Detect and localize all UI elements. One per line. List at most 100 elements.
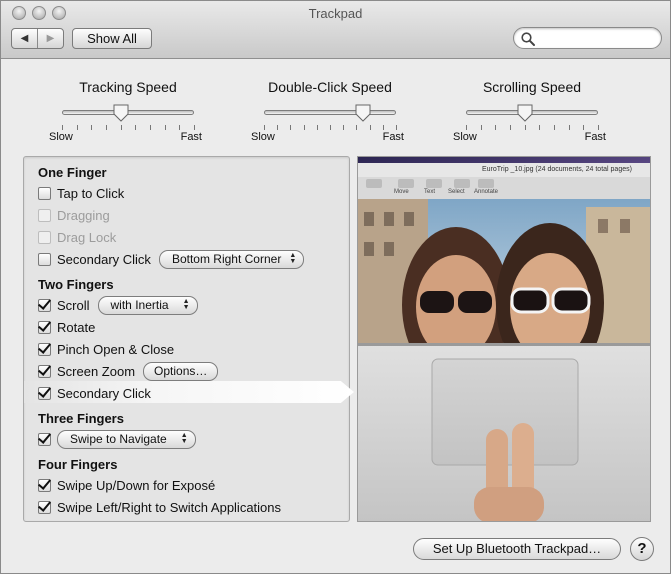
tap-to-click-checkbox[interactable] xyxy=(38,186,51,200)
slider-tick xyxy=(539,125,541,130)
double-click-speed-slow-label: Slow xyxy=(251,131,275,143)
slider-tick xyxy=(316,125,318,130)
tracking-speed-thumb[interactable] xyxy=(112,104,130,122)
tap-to-click-label: Tap to Click xyxy=(57,185,125,201)
scrolling-speed-thumb[interactable] xyxy=(516,104,534,122)
scrolling-speed-ticks xyxy=(466,125,600,131)
switch-apps-checkbox[interactable] xyxy=(38,500,51,514)
double-click-speed-title: Double-Click Speed xyxy=(268,79,392,95)
two-finger-secondary-click-option[interactable]: Secondary Click xyxy=(38,383,151,403)
forward-arrow-icon: ▶ xyxy=(46,33,55,44)
slider-tick xyxy=(164,125,166,130)
show-all-button[interactable]: Show All xyxy=(72,28,152,49)
tracking-speed-fast-label: Fast xyxy=(180,131,202,143)
three-fingers-heading: Three Fingers xyxy=(38,411,124,426)
double-click-speed-thumb[interactable] xyxy=(354,104,372,122)
pinch-option[interactable]: Pinch Open & Close xyxy=(38,339,174,359)
scroll-checkbox[interactable] xyxy=(38,298,51,312)
three-finger-swipe-popup[interactable]: Swipe to Navigate ▲ ▼ xyxy=(57,429,196,449)
expose-option[interactable]: Swipe Up/Down for Exposé xyxy=(38,475,215,495)
one-finger-heading: One Finger xyxy=(38,165,107,180)
rotate-label: Rotate xyxy=(57,319,96,335)
slider-tick xyxy=(150,125,151,130)
two-finger-secondary-click-checkbox[interactable] xyxy=(38,386,51,400)
expose-checkbox[interactable] xyxy=(38,478,51,492)
slider-tick xyxy=(194,125,195,130)
slider-tick xyxy=(62,125,63,130)
four-fingers-heading: Four Fingers xyxy=(38,457,118,472)
scrolling-speed-fast-label: Fast xyxy=(584,131,606,143)
two-finger-secondary-click-label: Secondary Click xyxy=(57,385,151,401)
preview-toolbar-select: Select xyxy=(448,189,465,195)
slider-tick xyxy=(290,125,292,130)
scroll-label: Scroll xyxy=(57,297,90,313)
two-fingers-heading: Two Fingers xyxy=(38,277,114,292)
switch-apps-option[interactable]: Swipe Left/Right to Switch Applications xyxy=(38,497,281,517)
slider-tick xyxy=(554,125,555,130)
back-arrow-icon: ◀ xyxy=(20,33,29,44)
popup-arrows-icon: ▲ ▼ xyxy=(180,431,188,445)
slider-tick xyxy=(91,125,93,130)
search-field[interactable] xyxy=(513,27,662,49)
slider-tick xyxy=(179,125,181,130)
rotate-option[interactable]: Rotate xyxy=(38,317,95,337)
slider-tick xyxy=(382,125,384,130)
screen-zoom-checkbox[interactable] xyxy=(38,364,51,378)
dragging-checkbox xyxy=(38,208,51,222)
slider-tick xyxy=(106,125,107,130)
search-icon xyxy=(521,32,535,46)
scrolling-speed-title: Scrolling Speed xyxy=(482,79,582,95)
popup-arrows-icon: ▲ ▼ xyxy=(182,297,190,311)
scroll-inertia-popup[interactable]: with Inertia ▲ ▼ xyxy=(97,295,198,315)
dragging-option: Dragging xyxy=(38,205,110,225)
preview-doc-title: EuroTrip _10.jpg (24 documents, 24 total… xyxy=(482,166,632,173)
slider-tick xyxy=(356,125,358,130)
preview-toolbar-annotate: Annotate xyxy=(474,189,499,195)
tap-to-click-option[interactable]: Tap to Click xyxy=(38,183,124,203)
back-button[interactable]: ◀ xyxy=(12,29,37,48)
secondary-click-corner-popup[interactable]: Bottom Right Corner ▲ ▼ xyxy=(158,249,305,269)
slider-tick xyxy=(343,125,345,130)
slider-tick xyxy=(277,125,279,130)
tracking-speed-slow-label: Slow xyxy=(49,131,73,143)
slider-tick xyxy=(583,125,585,130)
drag-lock-label: Drag Lock xyxy=(57,229,117,245)
rotate-checkbox[interactable] xyxy=(38,320,51,334)
screen-zoom-option[interactable]: Screen Zoom Options… xyxy=(38,361,219,381)
gesture-options-panel: One Finger Tap to Click Dragging Drag Lo… xyxy=(23,156,354,522)
three-finger-swipe-checkbox[interactable] xyxy=(38,432,51,446)
slider-tick xyxy=(480,125,482,130)
slider-tick xyxy=(76,125,78,130)
title-bar: Trackpad ◀ ▶ Show All xyxy=(1,1,670,59)
three-finger-swipe-option[interactable]: Swipe to Navigate ▲ ▼ xyxy=(38,429,196,449)
one-finger-secondary-click-label: Secondary Click xyxy=(57,251,151,267)
setup-bluetooth-trackpad-button[interactable]: Set Up Bluetooth Trackpad… xyxy=(413,538,621,560)
pinch-checkbox[interactable] xyxy=(38,342,51,356)
switch-apps-label: Swipe Left/Right to Switch Applications xyxy=(57,499,282,515)
drag-lock-option: Drag Lock xyxy=(38,227,116,247)
help-button[interactable]: ? xyxy=(630,537,654,561)
one-finger-secondary-click-checkbox[interactable] xyxy=(38,252,51,266)
popup-arrows-icon: ▲ ▼ xyxy=(289,251,297,265)
screen-zoom-label: Screen Zoom xyxy=(57,363,136,379)
slider-tick xyxy=(510,125,511,130)
preview-toolbar-text: Text xyxy=(424,189,436,195)
slider-tick xyxy=(303,125,305,130)
slider-tick xyxy=(396,125,397,130)
tracking-speed-slider: Tracking Speed Slow Fast xyxy=(48,79,208,149)
help-icon: ? xyxy=(637,540,647,557)
gesture-preview-image xyxy=(358,157,650,521)
gesture-preview-video: EuroTrip _10.jpg (24 documents, 24 total… xyxy=(357,156,651,522)
search-input[interactable] xyxy=(538,30,656,46)
window-title: Trackpad xyxy=(308,6,363,21)
screen-zoom-options-button[interactable]: Options… xyxy=(143,361,219,381)
forward-button[interactable]: ▶ xyxy=(37,29,63,48)
double-click-speed-track[interactable] xyxy=(264,110,396,115)
scroll-option[interactable]: Scroll with Inertia ▲ ▼ xyxy=(38,295,198,315)
slider-tick xyxy=(369,125,371,130)
one-finger-secondary-click-option[interactable]: Secondary Click Bottom Right Corner ▲ ▼ xyxy=(38,249,305,269)
three-finger-swipe-value: Swipe to Navigate xyxy=(70,431,167,446)
expose-label: Swipe Up/Down for Exposé xyxy=(57,477,216,493)
slider-tick xyxy=(264,125,265,130)
slider-tick xyxy=(598,125,599,130)
